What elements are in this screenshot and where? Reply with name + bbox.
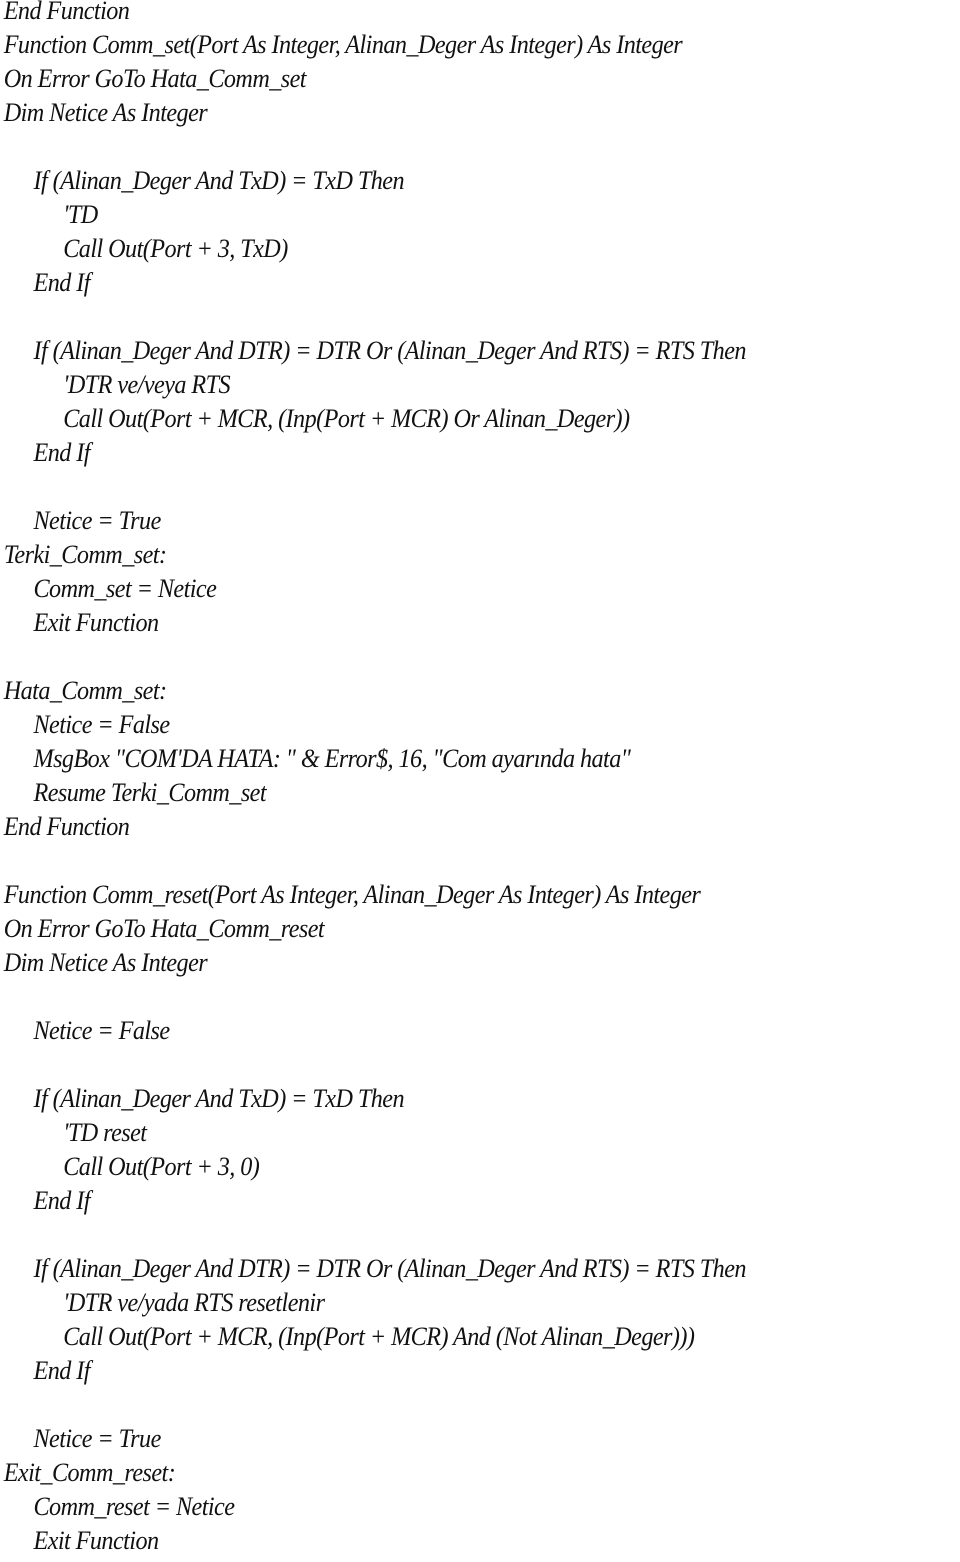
code-line: Call Out(Port + MCR, (Inp(Port + MCR) Or… xyxy=(63,404,630,433)
code-line: Call Out(Port + 3, TxD) xyxy=(63,234,288,263)
code-line: End If xyxy=(33,1356,90,1385)
code-line: On Error GoTo Hata_Comm_set xyxy=(3,64,307,93)
code-line: Exit Function xyxy=(33,608,159,637)
code-line: End Function xyxy=(3,812,130,841)
code-line: Function Comm_reset(Port As Integer, Ali… xyxy=(3,880,701,909)
code-line: 'TD xyxy=(63,200,98,229)
code-line: If (Alinan_Deger And TxD) = TxD Then xyxy=(33,166,405,195)
code-line: Hata_Comm_set: xyxy=(3,676,167,705)
code-line: Netice = False xyxy=(33,710,170,739)
code-line: Exit_Comm_reset: xyxy=(3,1458,176,1487)
code-line: Exit Function xyxy=(33,1526,159,1555)
code-listing: End Function Function Comm_set(Port As In… xyxy=(0,0,893,1558)
code-line: If (Alinan_Deger And DTR) = DTR Or (Alin… xyxy=(33,336,746,365)
code-line: Dim Netice As Integer xyxy=(3,98,208,127)
code-line: 'DTR ve/veya RTS xyxy=(63,370,231,399)
code-line: Netice = True xyxy=(33,506,161,535)
code-line: On Error GoTo Hata_Comm_reset xyxy=(3,914,325,943)
code-line: Netice = False xyxy=(33,1016,170,1045)
code-line: If (Alinan_Deger And TxD) = TxD Then xyxy=(33,1084,405,1113)
code-line: Resume Terki_Comm_set xyxy=(33,778,267,807)
code-line: Terki_Comm_set: xyxy=(3,540,167,569)
code-line: Call Out(Port + MCR, (Inp(Port + MCR) An… xyxy=(63,1322,695,1351)
code-line: Dim Netice As Integer xyxy=(3,948,208,977)
code-line: Comm_set = Netice xyxy=(33,574,217,603)
code-line: If (Alinan_Deger And DTR) = DTR Or (Alin… xyxy=(33,1254,746,1283)
code-line: End If xyxy=(33,1186,90,1215)
code-line: Comm_reset = Netice xyxy=(33,1492,235,1521)
code-line: Call Out(Port + 3, 0) xyxy=(63,1152,260,1181)
code-line: End If xyxy=(33,438,90,467)
code-line: 'TD reset xyxy=(63,1118,147,1147)
code-line: 'DTR ve/yada RTS resetlenir xyxy=(63,1288,325,1317)
code-line: End If xyxy=(33,268,90,297)
code-line: End Function xyxy=(3,0,130,25)
code-line: MsgBox "COM'DA HATA: " & Error$, 16, "Co… xyxy=(33,744,631,773)
code-line: Function Comm_set(Port As Integer, Alina… xyxy=(3,30,683,59)
code-line: Netice = True xyxy=(33,1424,161,1453)
